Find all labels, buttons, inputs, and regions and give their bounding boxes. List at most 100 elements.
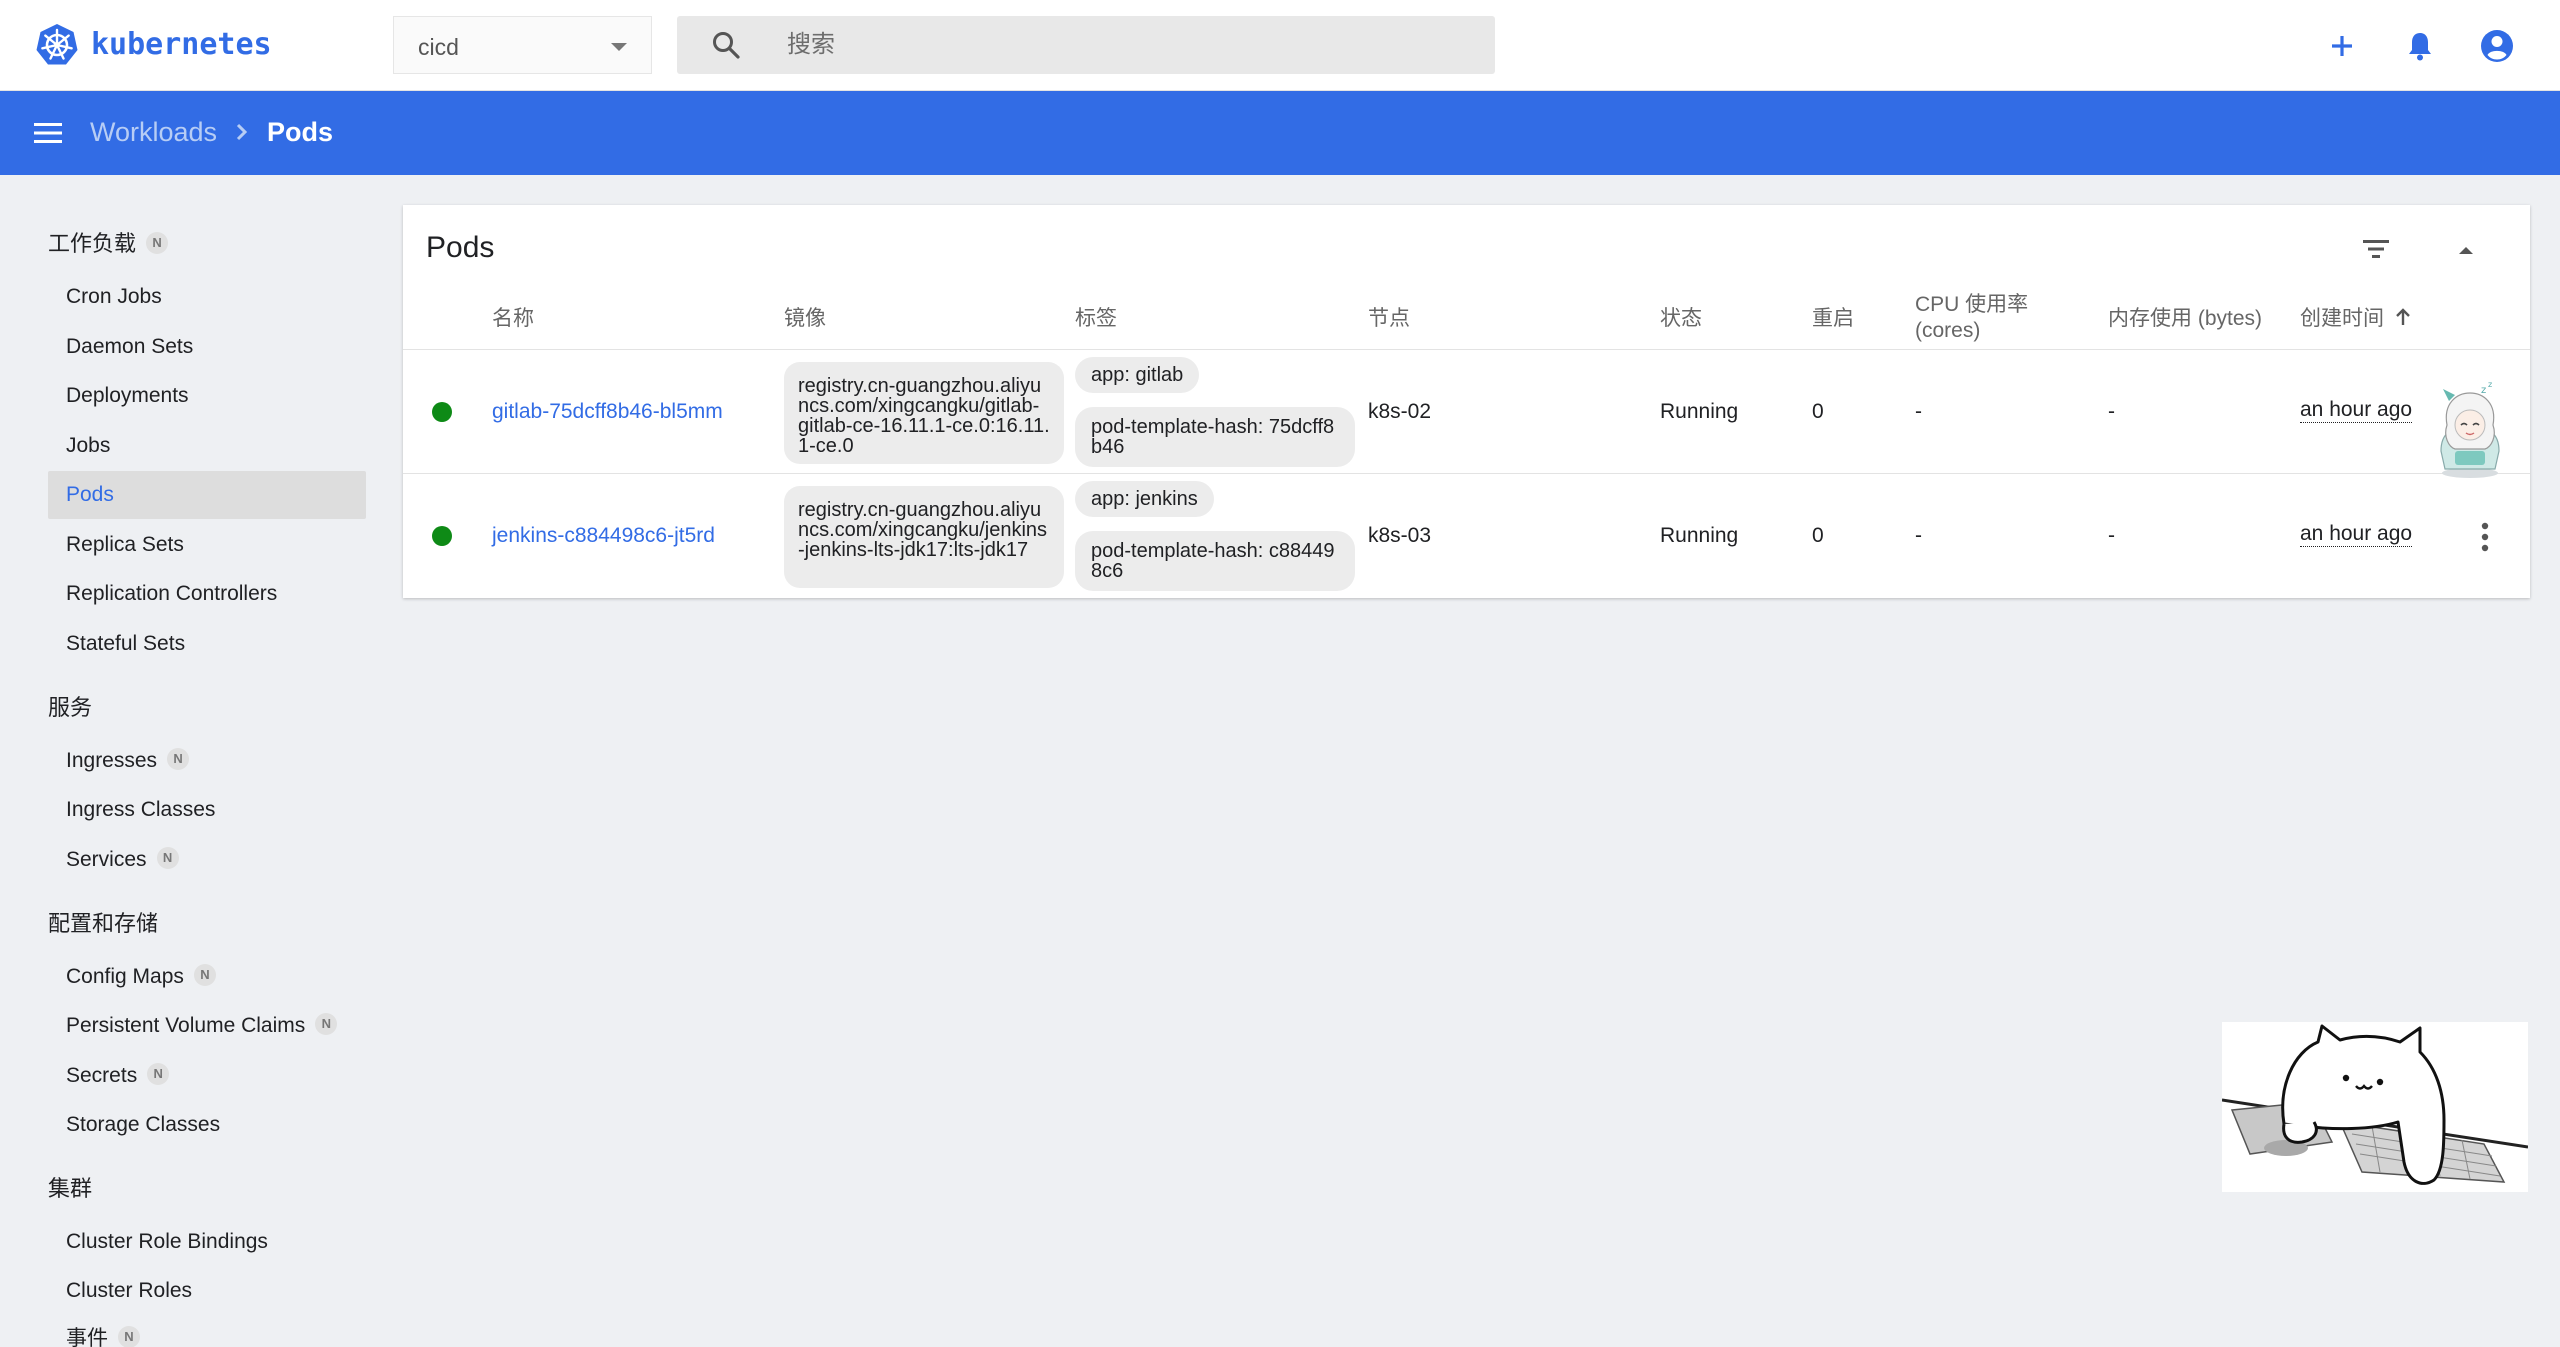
label-chip: app: jenkins xyxy=(1075,481,1214,517)
sidebar-item-label: Daemon Sets xyxy=(66,335,194,358)
sidebar-item-label: Services xyxy=(66,848,147,871)
image-chip: registry.cn-guangzhou.aliyuncs.com/xingc… xyxy=(784,486,1064,588)
node-cell: k8s-02 xyxy=(1368,400,1432,423)
column-header-memory: 内存使用 (bytes) xyxy=(2108,307,2263,330)
new-badge: N xyxy=(315,1013,338,1036)
new-badge: N xyxy=(146,232,169,255)
search-icon xyxy=(713,32,740,59)
column-header-name[interactable]: 名称 xyxy=(492,306,534,332)
sidebar-item-label: Cron Jobs xyxy=(66,285,162,308)
bongo-cat-illustration-icon xyxy=(2222,1022,2528,1192)
account-icon[interactable] xyxy=(2478,27,2516,65)
breadcrumb-current: Pods xyxy=(267,117,334,147)
sidebar-item-label: Ingresses xyxy=(66,749,158,772)
sidebar-item-ingress-classes[interactable]: Ingress Classes xyxy=(48,786,366,834)
bell-icon[interactable] xyxy=(2401,27,2439,65)
top-app-bar: kubernetes cicd xyxy=(0,0,2560,91)
search-bar[interactable] xyxy=(677,16,1495,74)
sidebar-item-label: Replica Sets xyxy=(66,533,184,556)
sidebar-item-stateful-sets[interactable]: Stateful Sets xyxy=(48,620,366,668)
kubernetes-logo-icon[interactable] xyxy=(34,22,80,68)
sidebar-item-label: Persistent Volume Claims xyxy=(66,1014,306,1037)
label-chip: app: gitlab xyxy=(1075,357,1200,393)
sidebar-item-label: Ingress Classes xyxy=(66,798,216,821)
label-chip: pod-template-hash: 75dcff8b46 xyxy=(1075,407,1355,467)
sidebar-item-jobs[interactable]: Jobs xyxy=(48,422,366,470)
created-header-label: 创建时间 xyxy=(2300,307,2384,330)
nav-section-title: 集群 xyxy=(48,1176,93,1201)
status-cell: Running xyxy=(1660,524,1739,547)
column-header-labels: 标签 xyxy=(1075,307,1117,330)
cpu-cell: - xyxy=(1915,524,1922,547)
sidebar-item-label: Jobs xyxy=(66,434,111,457)
breadcrumb-bar: Workloads Pods xyxy=(0,91,2560,175)
sidebar-item-label: Deployments xyxy=(66,384,189,407)
sidebar-item-label: Cluster Roles xyxy=(66,1279,193,1302)
search-input[interactable] xyxy=(787,16,1467,74)
new-badge: N xyxy=(147,1063,170,1086)
sidebar-item-daemon-sets[interactable]: Daemon Sets xyxy=(48,323,366,371)
brand-name[interactable]: kubernetes xyxy=(91,27,272,62)
sidebar-item-pods[interactable]: Pods xyxy=(48,471,366,519)
restarts-cell: 0 xyxy=(1812,400,1824,423)
node-cell: k8s-03 xyxy=(1368,524,1432,547)
sidebar-item-label: Stateful Sets xyxy=(66,632,186,655)
label-chip: pod-template-hash: c884498c6 xyxy=(1075,531,1355,591)
svg-text:z: z xyxy=(2481,385,2486,396)
new-badge: N xyxy=(118,1326,140,1347)
sidebar-item-cluster-roles[interactable]: Cluster Roles xyxy=(48,1267,366,1315)
namespace-select[interactable]: cicd xyxy=(393,16,652,74)
status-cell: Running xyxy=(1660,400,1739,423)
nav-section-cluster[interactable]: 集群 xyxy=(48,1171,92,1203)
cpu-header-line2: (cores) xyxy=(1915,319,1981,342)
chevron-right-icon xyxy=(236,123,248,141)
new-badge: N xyxy=(193,964,216,987)
nav-section-workloads[interactable]: 工作负载 N xyxy=(48,226,169,258)
plus-icon[interactable] xyxy=(2323,27,2361,65)
image-chip: registry.cn-guangzhou.aliyuncs.com/xingc… xyxy=(784,362,1064,464)
svg-text:z: z xyxy=(2488,381,2492,389)
sidebar-item-replication-controllers[interactable]: Replication Controllers xyxy=(48,570,366,618)
sidebar-item-ingresses[interactable]: Ingresses N xyxy=(48,737,366,785)
sidebar-item-config-maps[interactable]: Config Maps N xyxy=(48,953,366,1001)
sidebar-item-replica-sets[interactable]: Replica Sets xyxy=(48,521,366,569)
created-cell: an hour ago xyxy=(2300,522,2413,547)
namespace-value: cicd xyxy=(418,34,459,60)
cpu-cell: - xyxy=(1915,400,1922,423)
pod-name-link[interactable]: gitlab-75dcff8b46-bl5mm xyxy=(492,400,723,424)
column-header-status: 状态 xyxy=(1660,307,1702,330)
breadcrumb-workloads[interactable]: Workloads xyxy=(90,117,217,148)
new-badge: N xyxy=(167,748,190,771)
created-cell: an hour ago xyxy=(2300,398,2413,423)
pod-name-link[interactable]: jenkins-c884498c6-jt5rd xyxy=(492,524,715,548)
filter-icon[interactable] xyxy=(2358,231,2394,267)
sidebar-item-label: Secrets xyxy=(66,1064,138,1087)
sidebar-item-storage-classes[interactable]: Storage Classes xyxy=(48,1101,366,1149)
column-header-image: 镜像 xyxy=(784,307,826,330)
chevron-down-icon xyxy=(611,43,627,51)
nav-section-services[interactable]: 服务 xyxy=(48,690,92,722)
new-badge: N xyxy=(156,847,179,870)
header-divider xyxy=(403,349,2530,350)
sidebar-item-label: Pods xyxy=(66,483,114,506)
nav-section-config-storage[interactable]: 配置和存储 xyxy=(48,906,158,938)
menu-icon[interactable] xyxy=(32,118,64,148)
memory-cell: - xyxy=(2108,400,2115,423)
sidebar-item-events[interactable]: 事件 N xyxy=(48,1315,366,1347)
collapse-icon[interactable] xyxy=(2451,235,2481,265)
sidebar-item-cluster-role-bindings[interactable]: Cluster Role Bindings xyxy=(48,1218,366,1266)
status-running-icon xyxy=(432,402,452,422)
restarts-cell: 0 xyxy=(1812,524,1824,547)
sidebar-item-secrets[interactable]: Secrets N xyxy=(48,1052,366,1100)
sidebar-item-label: Config Maps xyxy=(66,965,184,988)
mascot-avatar-icon[interactable]: z z xyxy=(2425,381,2515,481)
more-vert-icon[interactable] xyxy=(2471,520,2499,554)
nav-section-title: 服务 xyxy=(48,695,93,720)
sidebar-item-deployments[interactable]: Deployments xyxy=(48,372,366,420)
sidebar-item-persistent-volume-claims[interactable]: Persistent Volume Claims N xyxy=(48,1002,366,1050)
sidebar-item-services[interactable]: Services N xyxy=(48,836,366,884)
column-header-node: 节点 xyxy=(1368,307,1410,330)
sidebar-item-cron-jobs[interactable]: Cron Jobs xyxy=(48,273,366,321)
column-header-created[interactable]: 创建时间 xyxy=(2300,306,2412,332)
sidebar-item-label: Replication Controllers xyxy=(66,582,278,605)
